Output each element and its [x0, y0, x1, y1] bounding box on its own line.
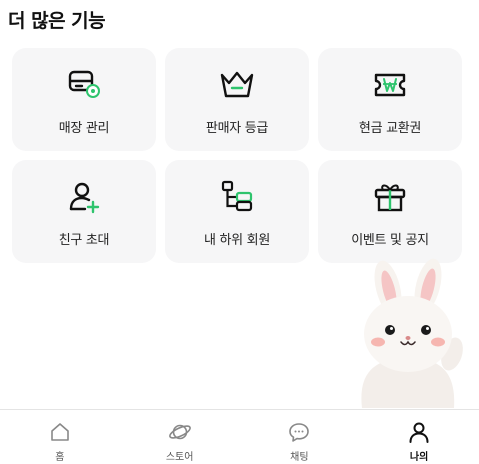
- user-icon: [407, 420, 431, 444]
- bottom-nav: 홈 스토어 채팅 나의: [0, 409, 479, 464]
- store-settings-icon: [65, 66, 103, 104]
- home-icon: [48, 420, 72, 444]
- chat-bubble-icon: [287, 420, 311, 444]
- nav-my[interactable]: 나의: [359, 410, 479, 464]
- section-title: 더 많은 기능: [8, 10, 106, 32]
- nav-home[interactable]: 홈: [0, 410, 120, 464]
- crown-icon: [218, 66, 256, 104]
- nav-label: 채팅: [290, 452, 309, 463]
- nav-label: 나의: [409, 452, 429, 463]
- won-ticket-icon: [371, 66, 409, 104]
- feature-grid: 매장 관리 판매자 등급 현금 교환권 친구 초대 내 하위 회원 이벤트 및 …: [12, 48, 463, 263]
- feature-label: 친구 초대: [58, 233, 110, 248]
- planet-icon: [168, 420, 192, 444]
- feature-card-cash-voucher[interactable]: 현금 교환권: [318, 48, 462, 151]
- feature-label: 현금 교환권: [358, 121, 422, 136]
- nav-label: 홈: [55, 452, 65, 463]
- feature-label: 판매자 등급: [205, 121, 269, 136]
- feature-card-sub-members[interactable]: 내 하위 회원: [165, 160, 309, 263]
- more-features-page: 더 많은 기능 매장 관리 판매자 등급 현금 교환권 친구 초대 내 하위 회…: [0, 0, 479, 464]
- bunny-mascot: [348, 258, 468, 408]
- feature-label: 매장 관리: [58, 121, 110, 136]
- feature-card-store-manage[interactable]: 매장 관리: [12, 48, 156, 151]
- feature-card-invite-friends[interactable]: 친구 초대: [12, 160, 156, 263]
- feature-label: 내 하위 회원: [204, 233, 270, 248]
- feature-card-events-notices[interactable]: 이벤트 및 공지: [318, 160, 462, 263]
- feature-card-seller-grade[interactable]: 판매자 등급: [165, 48, 309, 151]
- nav-label: 스토어: [165, 452, 194, 463]
- user-add-icon: [65, 178, 103, 216]
- feature-label: 이벤트 및 공지: [351, 233, 429, 248]
- nav-store[interactable]: 스토어: [120, 410, 240, 464]
- hierarchy-icon: [218, 178, 256, 216]
- gift-icon: [371, 178, 409, 216]
- nav-chat[interactable]: 채팅: [240, 410, 360, 464]
